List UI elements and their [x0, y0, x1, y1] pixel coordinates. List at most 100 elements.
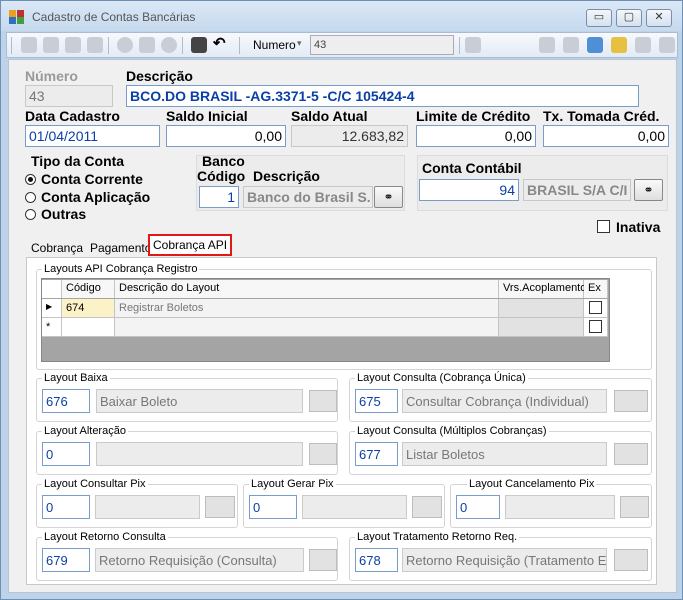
- layout-cancelamento-pix-code[interactable]: 0: [456, 495, 500, 519]
- radio-conta-corrente[interactable]: Conta Corrente: [25, 171, 143, 187]
- saldo-inicial-label: Saldo Inicial: [166, 108, 248, 124]
- inativa-checkbox[interactable]: [597, 220, 610, 233]
- print-icon[interactable]: [65, 37, 81, 53]
- banco-codigo-field[interactable]: 1: [199, 186, 239, 208]
- layout-gerar-pix-code[interactable]: 0: [249, 495, 297, 519]
- window-title: Cadastro de Contas Bancárias: [32, 10, 196, 24]
- layout-consulta-multiplos-group: Layout Consulta (Múltiplos Cobranças) 67…: [349, 425, 652, 475]
- filter-icon[interactable]: [611, 37, 627, 53]
- layout-baixa-label: Layout Baixa: [42, 372, 110, 384]
- radio-label: Outras: [41, 206, 87, 222]
- layout-consulta-multiplos-code[interactable]: 677: [355, 442, 398, 466]
- tx-tomada-field[interactable]: 0,00: [543, 125, 669, 147]
- banco-codigo-label: Código: [197, 168, 246, 184]
- layout-consultar-pix-code[interactable]: 0: [42, 495, 90, 519]
- radio-label: Conta Aplicação: [41, 189, 151, 205]
- tab-cobranca[interactable]: Cobrança: [28, 239, 86, 259]
- layout-tratamento-retorno-group: Layout Tratamento Retorno Req. 678 Retor…: [349, 531, 652, 581]
- layout-consultar-pix-button[interactable]: [205, 496, 235, 518]
- new-icon[interactable]: [21, 37, 37, 53]
- minimize-button[interactable]: ▭: [586, 9, 612, 27]
- layout-consulta-unica-button[interactable]: [614, 390, 648, 412]
- layout-cancelamento-pix-button[interactable]: [620, 496, 649, 518]
- layout-alteracao-code[interactable]: 0: [42, 442, 90, 466]
- layout-retorno-consulta-code[interactable]: 679: [42, 548, 90, 572]
- column-header[interactable]: Vrs.Acoplamento: [499, 280, 586, 298]
- app-icon: [9, 10, 24, 24]
- layout-cancelamento-pix-label: Layout Cancelamento Pix: [467, 478, 597, 490]
- layout-retorno-consulta-label: Layout Retorno Consulta: [42, 531, 168, 543]
- limite-credito-field[interactable]: 0,00: [416, 125, 536, 147]
- copy-icon[interactable]: [43, 37, 59, 53]
- tipo-conta-label: Tipo da Conta: [31, 153, 125, 169]
- layout-retorno-consulta-desc: Retorno Requisição (Consulta): [95, 548, 304, 572]
- column-header[interactable]: Ex: [584, 280, 608, 298]
- save-icon[interactable]: [191, 37, 207, 53]
- layout-retorno-consulta-button[interactable]: [309, 549, 337, 571]
- layout-tratamento-retorno-desc: Retorno Requisição (Tratamento E: [402, 548, 607, 572]
- grid-cell-codigo[interactable]: 674: [62, 299, 115, 318]
- banco-descricao-label: Descrição: [253, 168, 320, 184]
- numero-field: 43: [25, 85, 113, 107]
- descricao-field[interactable]: BCO.DO BRASIL -AG.3371-5 -C/C 105424-4: [126, 85, 639, 107]
- undo-icon[interactable]: ↶: [213, 36, 229, 53]
- edit-icon[interactable]: [139, 37, 155, 53]
- layouts-registro-group: Layouts API Cobrança Registro Código Des…: [36, 263, 652, 370]
- layout-tratamento-retorno-button[interactable]: [614, 549, 648, 571]
- layout-cancelamento-pix-group: Layout Cancelamento Pix 0: [450, 478, 652, 528]
- grid-cell-descricao[interactable]: Registrar Boletos: [115, 299, 499, 318]
- layout-gerar-pix-desc: [302, 495, 407, 519]
- layout-baixa-button[interactable]: [309, 390, 337, 412]
- layout-alteracao-button[interactable]: [309, 443, 337, 465]
- chevron-down-icon[interactable]: ▾: [297, 38, 302, 49]
- descricao-label: Descrição: [126, 68, 193, 84]
- grid-cell-descricao[interactable]: [115, 318, 499, 337]
- layout-baixa-code[interactable]: 676: [42, 389, 90, 413]
- layouts-grid[interactable]: Código Descrição do Layout Vrs.Acoplamen…: [41, 278, 610, 362]
- toolbar-separator: [239, 37, 240, 54]
- mail-icon[interactable]: [87, 37, 103, 53]
- menu-icon[interactable]: [659, 37, 675, 53]
- add-icon[interactable]: [117, 37, 133, 53]
- tab-cobranca-api[interactable]: Cobrança API: [148, 234, 233, 256]
- layout-tratamento-retorno-label: Layout Tratamento Retorno Req.: [355, 531, 520, 543]
- radio-indicator: [25, 209, 36, 220]
- radio-indicator: [25, 192, 36, 203]
- user-icon[interactable]: [635, 37, 651, 53]
- column-header[interactable]: Código: [62, 280, 115, 298]
- banco-search-button[interactable]: ⚭: [374, 186, 403, 208]
- data-cadastro-field[interactable]: 01/04/2011: [25, 125, 160, 147]
- ex-checkbox[interactable]: [589, 301, 602, 314]
- layout-consulta-unica-code[interactable]: 675: [355, 389, 398, 413]
- grid-cell-vrs[interactable]: [499, 299, 584, 318]
- layout-consultar-pix-group: Layout Consultar Pix 0: [36, 478, 238, 528]
- layout-consulta-unica-label: Layout Consulta (Cobrança Única): [355, 372, 528, 384]
- column-header[interactable]: Descrição do Layout: [115, 280, 499, 298]
- radio-label: Conta Corrente: [41, 171, 143, 187]
- layout-consulta-unica-desc: Consultar Cobrança (Individual): [402, 389, 607, 413]
- layout-gerar-pix-group: Layout Gerar Pix 0: [243, 478, 445, 528]
- tools-icon[interactable]: [563, 37, 579, 53]
- tab-pagamento[interactable]: Pagamento: [87, 239, 154, 259]
- app-window: Cadastro de Contas Bancárias ▭ ▢ ✕ ↶ Num…: [0, 0, 683, 600]
- window-icon[interactable]: [587, 37, 603, 53]
- grid-cell-codigo[interactable]: [62, 318, 115, 337]
- grid-cell-vrs[interactable]: [499, 318, 584, 337]
- conta-contabil-codigo-field[interactable]: 94: [419, 179, 519, 201]
- grid-icon[interactable]: [465, 37, 481, 53]
- calendar-icon[interactable]: [539, 37, 555, 53]
- toolbar-numero-input[interactable]: 43: [310, 35, 454, 55]
- toolbar-separator: [108, 37, 109, 54]
- maximize-button[interactable]: ▢: [616, 9, 642, 27]
- layout-tratamento-retorno-code[interactable]: 678: [355, 548, 398, 572]
- layout-consulta-multiplos-button[interactable]: [614, 443, 648, 465]
- radio-conta-aplicacao[interactable]: Conta Aplicação: [25, 189, 150, 205]
- layout-baixa-group: Layout Baixa 676 Baixar Boleto: [36, 372, 338, 422]
- close-button[interactable]: ✕: [646, 9, 672, 27]
- radio-outras[interactable]: Outras: [25, 206, 86, 222]
- ex-checkbox[interactable]: [589, 320, 602, 333]
- conta-contabil-search-button[interactable]: ⚭: [634, 179, 663, 201]
- delete-icon[interactable]: [161, 37, 177, 53]
- layout-gerar-pix-button[interactable]: [412, 496, 442, 518]
- saldo-inicial-field[interactable]: 0,00: [166, 125, 286, 147]
